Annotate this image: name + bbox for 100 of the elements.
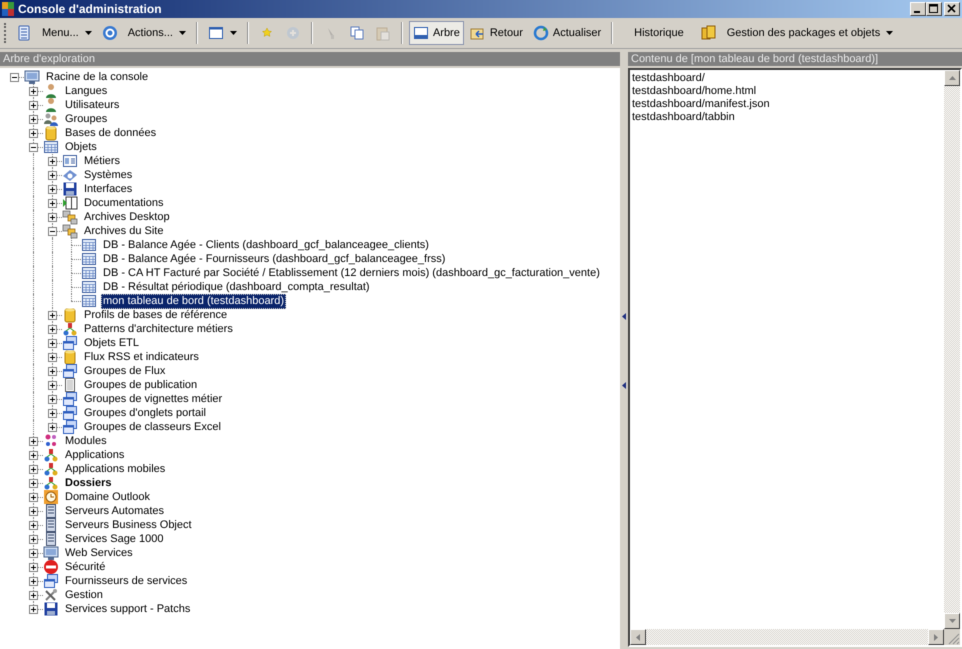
expand-button[interactable] — [29, 129, 38, 138]
tree-item[interactable]: Groupes d'onglets portail — [82, 406, 208, 420]
tree-item[interactable]: Domaine Outlook — [63, 490, 152, 504]
tree-item[interactable]: mon tableau de bord (testdashboard) — [101, 294, 286, 308]
tree-item[interactable]: Flux RSS et indicateurs — [82, 350, 201, 364]
tree-item[interactable]: Serveurs Automates — [63, 504, 166, 518]
file-path[interactable]: testdashboard/tabbin — [632, 111, 942, 124]
expand-button[interactable] — [29, 521, 38, 530]
expand-button[interactable] — [48, 423, 57, 432]
tree-item[interactable]: Documentations — [82, 196, 166, 210]
tree-item[interactable]: Objets ETL — [82, 336, 142, 350]
tree-item[interactable]: Patterns d'architecture métiers — [82, 322, 235, 336]
expand-button[interactable] — [29, 101, 38, 110]
tree-item[interactable]: Applications — [63, 448, 126, 462]
expand-button[interactable] — [29, 115, 38, 124]
file-path[interactable]: testdashboard/home.html — [632, 85, 942, 98]
tree-item[interactable]: Groupes de publication — [82, 378, 200, 392]
tree-item[interactable]: Modules — [63, 434, 109, 448]
resize-grip-icon[interactable] — [944, 629, 960, 645]
collapse-button[interactable] — [48, 227, 57, 236]
tree-item[interactable]: Serveurs Business Object — [63, 518, 194, 532]
tree-item[interactable]: Groupes de Flux — [82, 364, 168, 378]
expand-button[interactable] — [29, 507, 38, 516]
tree-item[interactable]: Services Sage 1000 — [63, 532, 166, 546]
tree-item[interactable]: Métiers — [82, 154, 122, 168]
expand-button[interactable] — [48, 339, 57, 348]
expand-button[interactable] — [48, 185, 57, 194]
expand-button[interactable] — [29, 493, 38, 502]
tree-item[interactable]: Dossiers — [63, 476, 114, 490]
expand-button[interactable] — [48, 381, 57, 390]
tree-item[interactable]: Utilisateurs — [63, 98, 122, 112]
dropdown-button[interactable]: Menu... — [38, 21, 96, 45]
toolbar-button[interactable]: Actualiser — [528, 21, 606, 45]
expand-button[interactable] — [48, 409, 57, 418]
expand-button[interactable] — [29, 577, 38, 586]
expand-button[interactable] — [29, 605, 38, 614]
collapse-arrow-icon[interactable] — [622, 382, 626, 388]
file-path[interactable]: testdashboard/ — [632, 72, 942, 85]
scroll-down-button[interactable] — [944, 613, 960, 629]
tree-item[interactable]: Sécurité — [63, 560, 108, 574]
expand-button[interactable] — [48, 325, 57, 334]
close-button[interactable] — [944, 2, 960, 16]
expand-button[interactable] — [29, 465, 38, 474]
tree-item[interactable]: Gestion — [63, 588, 105, 602]
maximize-button[interactable] — [926, 2, 942, 16]
tree-item[interactable]: Fournisseurs de services — [63, 574, 190, 588]
expand-button[interactable] — [48, 395, 57, 404]
expand-button[interactable] — [29, 437, 38, 446]
toolbar-button[interactable]: Historique — [619, 21, 695, 45]
tree-item[interactable]: Racine de la console — [44, 70, 150, 84]
expand-button[interactable] — [48, 213, 57, 222]
windows-icon — [62, 363, 78, 379]
package-icon — [700, 25, 717, 41]
tree-item[interactable]: Profils de bases de référence — [82, 308, 230, 322]
expand-button[interactable] — [29, 591, 38, 600]
tree-item[interactable]: Archives du Site — [82, 224, 166, 238]
expand-button[interactable] — [29, 479, 38, 488]
tree-item[interactable]: DB - Balance Agée - Fournisseurs (dashboard_gcf_balanceagee_frss) — [101, 252, 448, 266]
collapse-button[interactable] — [29, 143, 38, 152]
tree-item[interactable]: Langues — [63, 84, 110, 98]
expand-button[interactable] — [48, 199, 57, 208]
tree-item[interactable]: Groupes de classeurs Excel — [82, 420, 223, 434]
expand-button[interactable] — [48, 367, 57, 376]
scroll-left-button[interactable] — [630, 629, 646, 645]
toolbar-button[interactable]: Arbre — [408, 21, 464, 45]
collapse-button[interactable] — [10, 73, 19, 82]
person-icon — [43, 97, 59, 113]
tree-item[interactable]: Archives Desktop — [82, 210, 172, 224]
tree-item[interactable]: Web Services — [63, 546, 135, 560]
expand-button[interactable] — [29, 535, 38, 544]
collapse-arrow-icon[interactable] — [622, 312, 626, 320]
tree-item[interactable]: Objets — [63, 140, 99, 154]
expand-button[interactable] — [29, 549, 38, 558]
file-path[interactable]: testdashboard/manifest.json — [632, 98, 942, 111]
tree-item[interactable]: Applications mobiles — [63, 462, 168, 476]
tree-item[interactable]: Systèmes — [82, 168, 134, 182]
expand-button[interactable] — [29, 451, 38, 460]
expand-button[interactable] — [48, 171, 57, 180]
tree-item[interactable]: DB - Balance Agée - Clients (dashboard_gcf_balanceagee_clients) — [101, 238, 431, 252]
scroll-right-button[interactable] — [928, 629, 944, 645]
scroll-up-button[interactable] — [944, 70, 960, 86]
tree-item[interactable]: Groupes — [63, 112, 110, 126]
expand-button[interactable] — [48, 157, 57, 166]
toolbar-button[interactable]: Retour — [466, 21, 527, 45]
tree-item[interactable]: DB - CA HT Facturé par Société / Etablissement (12 derniers mois) (dashboard_gc_facturation_vente) — [101, 266, 602, 280]
tree-item[interactable]: Interfaces — [82, 182, 134, 196]
tree-item[interactable]: Services support - Patchs — [63, 602, 192, 616]
tree-item[interactable]: Groupes de vignettes métier — [82, 392, 224, 406]
windows-icon — [62, 335, 78, 351]
tree-item[interactable]: Bases de données — [63, 126, 158, 140]
minimize-button[interactable] — [910, 2, 926, 16]
dropdown-button[interactable]: Gestion des packages et objets — [722, 21, 898, 45]
expand-button[interactable] — [29, 563, 38, 572]
expand-button[interactable] — [48, 353, 57, 362]
close-icon — [947, 4, 957, 14]
tree-item[interactable]: DB - Résultat périodique (dashboard_compta_resultat) — [101, 280, 372, 294]
dropdown-button[interactable]: Actions... — [124, 21, 190, 45]
expand-button[interactable] — [29, 87, 38, 96]
target-icon — [102, 25, 118, 41]
expand-button[interactable] — [48, 311, 57, 320]
